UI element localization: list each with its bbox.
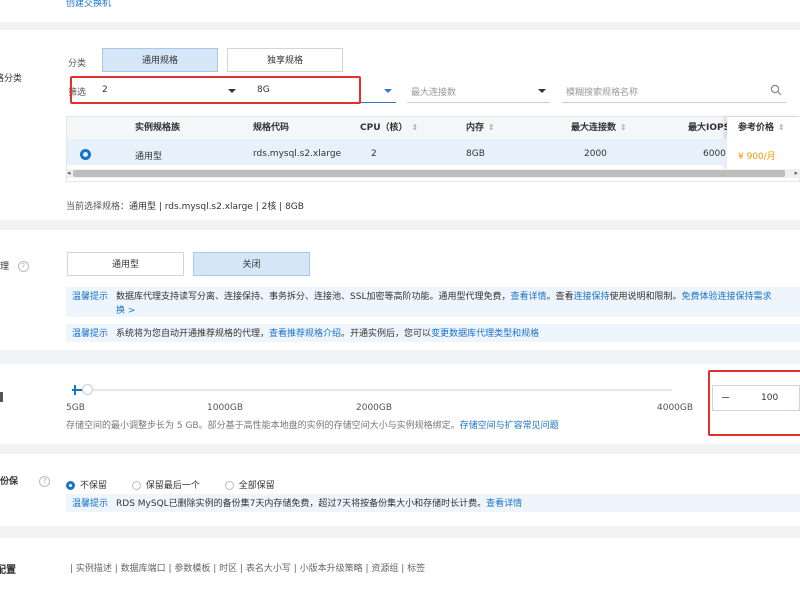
current-spec-line: 当前选择规格：通用型 | rds.mysql.s2.xlarge | 2核 | … [66,199,304,212]
spec-search-input[interactable]: 模糊搜索规格名称 [562,79,786,103]
proxy-section-label: 理 ? [0,259,29,272]
radio-unselected[interactable] [224,481,234,490]
keepalive-link[interactable]: 连接保持 [574,292,610,302]
highlight-box-stepper [708,370,800,436]
change-proxy-link[interactable]: 变更数据库代理类型和规格 [431,329,539,339]
col-header-price[interactable]: 参考价格 ⇕ [738,120,785,133]
max-connections-placeholder: 最大连接数 [411,88,457,98]
proxy-tip-2: 温馨提示 系统将为您自动开通推荐规格的代理，查看推荐规格介绍。开通实例后，您可以变… [66,324,800,342]
storage-faq-link[interactable]: 存储空间与扩容常见问题 [460,421,559,431]
col-header-family: 实例规格族 [135,123,181,133]
create-vswitch-link[interactable]: 创建交换机 [66,0,111,9]
classify-label: 分类 [68,59,87,69]
horizontal-scrollbar[interactable]: ◂ ▸ [67,169,800,178]
scrollbar-thumb[interactable] [73,170,785,177]
cell-family: 通用型 [135,152,163,162]
highlight-box-filter [70,76,361,104]
radio-unselected[interactable] [131,481,141,490]
tab-dedicated-spec[interactable]: 独享规格 [227,48,343,72]
storage-section-marker [0,392,3,402]
current-spec-label: 当前选择规格： [66,202,130,212]
tick-4000gb: 4000GB [657,403,694,413]
tip-text: 。查看 [546,292,574,302]
option-keep-none[interactable]: 不保留 [66,481,107,491]
top-panel: 创建交换机 [0,0,800,22]
scroll-right-arrow-icon[interactable]: ▸ [794,169,798,178]
proxy-tip-1: 温馨提示 数据库代理支持读写分离、连接保持、事务拆分、连接池、SSL加密等高阶功能… [66,287,800,317]
cell-price: ¥ 900/月 [738,152,776,162]
tip-key: 温馨提示 [72,499,109,509]
current-spec-value: 通用型 | rds.mysql.s2.xlarge | 2核 | 8GB [129,202,304,212]
tip-key: 温馨提示 [72,292,109,302]
slider-track [72,389,672,391]
col-header-cpu[interactable]: CPU（核） ⇕ [360,120,418,133]
option-keep-all[interactable]: 全部保留 [224,481,275,491]
tick-1000gb: 1000GB [207,403,244,413]
switch-link[interactable]: 换 > [116,306,135,316]
config-section-label: 配置 [0,565,16,576]
table-row[interactable] [67,139,727,165]
storage-hint-text: 存储空间的最小调整步长为 5 GB。部分基于高性能本地盘的实例的存储空间大小与实… [66,421,460,431]
cell-max-iops: 6000 [703,149,726,159]
chevron-down-icon [538,89,546,93]
option-label: 保留最后一个 [145,481,200,491]
sort-icon[interactable]: ⇕ [620,123,627,132]
tip-text: RDS MySQL已删除实例的备份集7天内存储免费，超过7天将按备份集大小和存储… [116,499,487,509]
backup-options: 不保留 保留最后一个 全部保留 [66,478,275,491]
tab-general-spec[interactable]: 通用规格 [102,48,218,72]
search-icon[interactable] [770,84,782,96]
tip-key: 温馨提示 [72,329,109,339]
tip-text: 系统将为您自动开通推荐规格的代理， [116,329,270,339]
tip-text: 数据库代理支持读写分离、连接保持、事务拆分、连接池、SSL加密等高阶功能。通用型… [116,292,511,302]
sort-icon[interactable]: ⇕ [488,123,495,132]
config-links[interactable]: | 实例描述 | 数据库端口 | 参数模板 | 时区 | 表名大小写 | 小版本… [70,561,425,574]
cell-max-connections: 2000 [584,149,607,159]
col-header-max-iops: 最大IOPS [688,123,731,133]
tick-5gb: 5GB [66,403,85,413]
free-trial-link[interactable]: 免费体验连接保持需求 [682,292,772,302]
chevron-down-icon [384,89,392,93]
proxy-off-button[interactable]: 关闭 [193,252,310,276]
tip-text: 使用说明和限制。 [609,292,682,302]
option-keep-last[interactable]: 保留最后一个 [131,481,200,491]
scroll-left-arrow-icon[interactable]: ◂ [67,169,71,178]
slider-handle[interactable] [82,384,93,395]
storage-slider[interactable] [72,384,690,396]
tick-2000gb: 2000GB [356,403,393,413]
col-header-price-label: 参考价格 [738,123,775,133]
radio-selected[interactable] [66,481,75,490]
view-details-link[interactable]: 查看详情 [510,292,546,302]
option-label: 全部保留 [238,481,275,491]
cell-memory: 8GB [466,149,485,159]
col-header-memory-label: 内存 [466,123,485,133]
spec-section-label: 规格分类 [0,74,23,84]
backup-tip: 温馨提示 RDS MySQL已删除实例的备份集7天内存储免费，超过7天将按备份集大… [66,494,800,512]
tip-text: 。开通实例后，您可以 [341,329,432,339]
max-connections-select[interactable]: 最大连接数 [407,79,550,103]
recommended-spec-link[interactable]: 查看推荐规格介绍 [269,329,341,339]
backup-section-label: 份保 ? [0,474,51,487]
row-radio-selected[interactable] [80,149,91,160]
backup-label-text: 份保 [0,477,19,487]
storage-hint: 存储空间的最小调整步长为 5 GB。部分基于高性能本地盘的实例的存储空间大小与实… [66,418,559,431]
cell-cpu: 2 [371,149,377,159]
backup-details-link[interactable]: 查看详情 [486,499,522,509]
slider-start-mark [74,385,76,395]
proxy-general-button[interactable]: 通用型 [67,252,184,276]
col-header-max-connections[interactable]: 最大连接数 ⇕ [571,120,627,133]
col-header-code: 规格代码 [253,123,290,133]
cell-code: rds.mysql.s2.xlarge [253,149,342,159]
option-label: 不保留 [80,481,108,491]
sort-icon[interactable]: ⇕ [778,123,785,132]
sort-icon[interactable]: ⇕ [412,123,419,132]
spec-search-placeholder: 模糊搜索规格名称 [566,88,639,98]
help-icon[interactable]: ? [39,476,51,487]
col-header-cpu-label: CPU（核） [360,123,408,133]
col-header-max-connections-label: 最大连接数 [571,123,617,133]
proxy-label-text: 理 [0,262,10,272]
col-header-memory[interactable]: 内存 ⇕ [466,120,495,133]
help-icon[interactable]: ? [17,261,29,272]
